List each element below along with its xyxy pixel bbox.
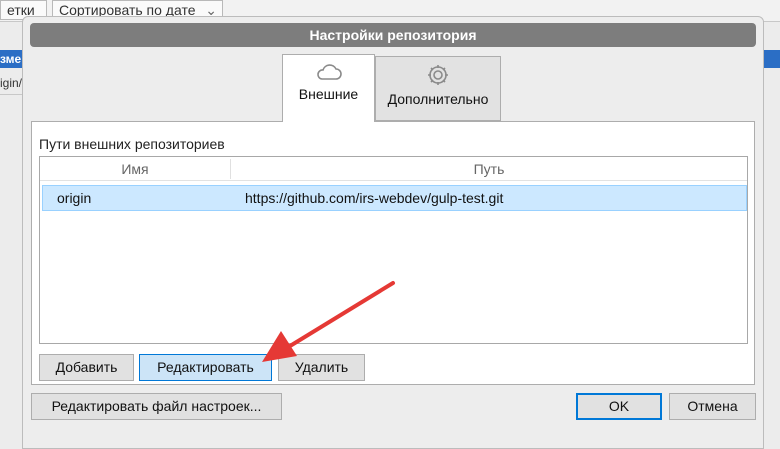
repository-settings-dialog: Настройки репозитория Внешние Дополнител… [22, 16, 764, 449]
background-divider [0, 94, 22, 95]
background-left-fragment: зме [0, 52, 22, 66]
remotes-panel: Пути внешних репозиториев Имя Путь origi… [31, 121, 755, 385]
remotes-caption: Пути внешних репозиториев [39, 136, 225, 152]
background-origin-text: igin/ [0, 76, 22, 90]
background-selected-row-left: зме [0, 50, 22, 68]
edit-config-file-button[interactable]: Редактировать файл настроек... [31, 393, 282, 420]
dialog-title: Настройки репозитория [30, 23, 756, 47]
cancel-button[interactable]: Отмена [669, 393, 756, 420]
list-header: Имя Путь [40, 157, 747, 181]
delete-button[interactable]: Удалить [278, 354, 365, 381]
gear-icon [428, 65, 448, 85]
column-header-path[interactable]: Путь [231, 157, 747, 181]
tab-advanced[interactable]: Дополнительно [375, 56, 501, 121]
edit-button[interactable]: Редактировать [139, 354, 272, 381]
ok-button[interactable]: OK [576, 393, 662, 420]
remotes-list[interactable]: Имя Путь origin https://github.com/irs-w… [39, 156, 748, 344]
background-origin-fragment: igin/ [0, 76, 22, 92]
remote-name-cell: origin [57, 190, 92, 206]
remote-path-cell: https://github.com/irs-webdev/gulp-test.… [245, 190, 504, 206]
background-selected-row-right [764, 50, 780, 68]
add-button[interactable]: Добавить [39, 354, 134, 381]
column-header-name[interactable]: Имя [40, 157, 230, 181]
tab-advanced-label: Дополнительно [387, 91, 489, 107]
tab-remotes[interactable]: Внешние [282, 54, 375, 122]
table-row[interactable]: origin https://github.com/irs-webdev/gul… [42, 185, 747, 211]
tab-remotes-label: Внешние [298, 86, 359, 102]
cloud-icon [316, 64, 342, 80]
